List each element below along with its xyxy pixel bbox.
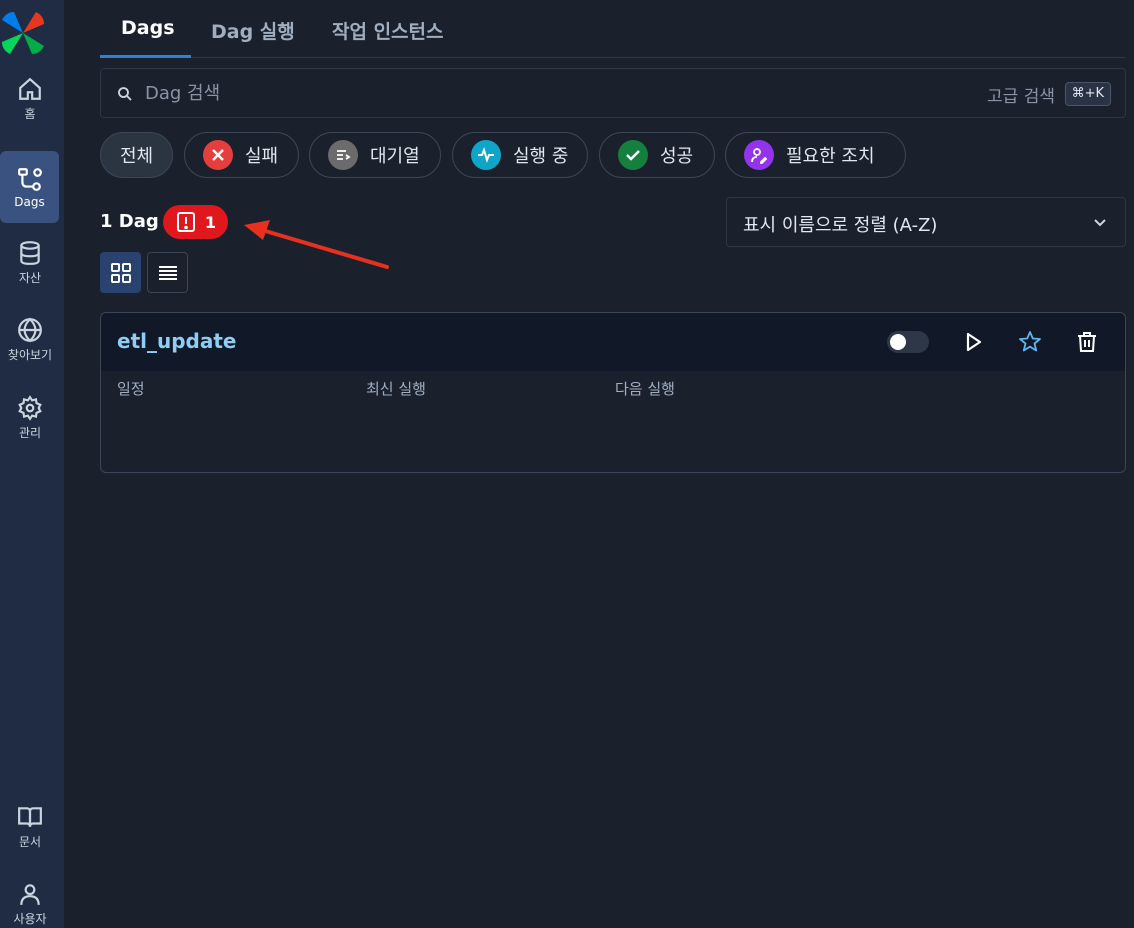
table-view-button[interactable] xyxy=(147,252,188,293)
tab-dags[interactable]: Dags xyxy=(121,17,175,39)
sidebar-item-dags[interactable]: Dags xyxy=(0,151,59,223)
sidebar: 홈 Dags 자산 찾아보기 관리 문서 사용자 xyxy=(0,0,64,928)
filter-label: 성공 xyxy=(660,146,694,167)
airflow-logo-icon[interactable] xyxy=(0,10,46,56)
schedule-label: 일정 xyxy=(117,380,145,398)
sidebar-item-admin[interactable]: 관리 xyxy=(0,382,60,454)
filter-all-button[interactable]: 전체 xyxy=(100,132,173,178)
sidebar-item-label: 사용자 xyxy=(13,912,47,926)
tab-dag-runs[interactable]: Dag 실행 xyxy=(211,17,295,44)
sidebar-item-label: Dags xyxy=(14,194,45,209)
latest-run-label: 최신 실행 xyxy=(366,380,426,398)
gear-icon xyxy=(18,395,42,421)
play-icon xyxy=(966,332,982,352)
toggle-knob xyxy=(890,334,906,350)
sidebar-item-label: 찾아보기 xyxy=(7,348,53,362)
book-icon xyxy=(18,807,42,827)
search-bar: 고급 검색 ⌘+K xyxy=(100,68,1126,118)
list-icon xyxy=(158,265,177,280)
grid-icon xyxy=(110,262,131,283)
sidebar-item-docs[interactable]: 문서 xyxy=(0,791,60,863)
user-edit-icon xyxy=(744,140,774,170)
pulse-icon xyxy=(471,140,501,170)
active-tab-indicator xyxy=(100,55,191,58)
keyboard-shortcut-hint: ⌘+K xyxy=(1064,82,1111,106)
globe-icon xyxy=(18,317,42,343)
sidebar-item-label: 홈 xyxy=(24,107,36,121)
queue-icon xyxy=(328,140,358,170)
annotation-arrow xyxy=(244,220,389,269)
trigger-dag-button[interactable] xyxy=(960,329,986,355)
sort-select[interactable]: 표시 이름으로 정렬 (A-Z) xyxy=(726,197,1126,247)
filter-label: 실행 중 xyxy=(513,146,569,167)
sidebar-item-browse[interactable]: 찾아보기 xyxy=(0,304,60,376)
tab-bar: Dags Dag 실행 작업 인스턴스 xyxy=(100,0,1126,58)
sort-selected-value: 표시 이름으로 정렬 (A-Z) xyxy=(743,215,938,236)
chevron-down-icon xyxy=(1094,219,1106,227)
user-icon xyxy=(20,884,40,905)
filter-action-required-button[interactable]: 필요한 조치 xyxy=(725,132,906,178)
filter-failed-button[interactable]: 실패 xyxy=(184,132,299,178)
star-icon xyxy=(1019,331,1041,352)
dags-icon xyxy=(17,167,42,191)
advanced-search-button[interactable]: 고급 검색 xyxy=(987,82,1055,107)
filter-label: 필요한 조치 xyxy=(786,146,875,167)
next-run-label: 다음 실행 xyxy=(615,380,675,398)
dag-card: etl_update 일정 최신 실행 다음 실행 xyxy=(100,312,1126,473)
tab-task-instances[interactable]: 작업 인스턴스 xyxy=(332,17,444,44)
dag-count: 1 Dag xyxy=(100,211,159,232)
import-error-badge[interactable]: 1 xyxy=(163,205,228,239)
search-icon xyxy=(118,87,132,101)
filter-success-button[interactable]: 성공 xyxy=(599,132,715,178)
dag-card-header: etl_update xyxy=(101,313,1125,371)
sidebar-item-assets[interactable]: 자산 xyxy=(0,227,60,299)
alert-icon xyxy=(176,212,195,232)
x-icon xyxy=(203,140,233,170)
trash-icon xyxy=(1078,332,1096,352)
database-icon xyxy=(20,241,40,265)
search-input[interactable] xyxy=(145,78,745,108)
dag-pause-toggle[interactable] xyxy=(887,331,929,353)
sidebar-item-label: 문서 xyxy=(18,835,42,849)
error-count: 1 xyxy=(204,212,217,232)
filter-queued-button[interactable]: 대기열 xyxy=(309,132,441,178)
favorite-button[interactable] xyxy=(1017,329,1043,355)
delete-dag-button[interactable] xyxy=(1074,329,1100,355)
home-icon xyxy=(19,77,41,100)
filter-label: 대기열 xyxy=(370,146,420,167)
filter-label: 전체 xyxy=(119,146,154,167)
sidebar-item-label: 관리 xyxy=(18,426,42,440)
filter-label: 실패 xyxy=(245,146,279,167)
sidebar-item-user[interactable]: 사용자 xyxy=(0,868,60,928)
sidebar-item-home[interactable]: 홈 xyxy=(0,63,60,135)
sidebar-item-label: 자산 xyxy=(18,271,42,285)
card-view-button[interactable] xyxy=(100,252,141,293)
dag-name-link[interactable]: etl_update xyxy=(117,329,236,353)
filter-running-button[interactable]: 실행 중 xyxy=(452,132,588,178)
check-icon xyxy=(618,140,648,170)
